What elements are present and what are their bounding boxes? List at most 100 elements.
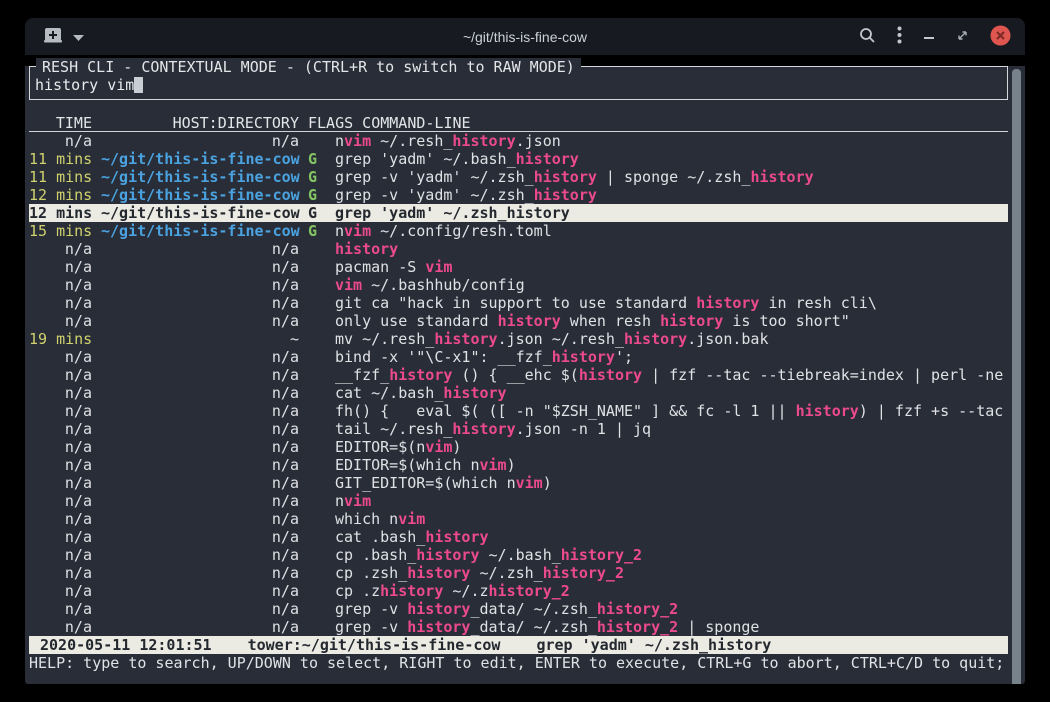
directory-cell: n/a [101,456,299,474]
command-text: only use standard [335,312,498,330]
command-text: fh() { eval $( ([ -n "$ZSH_NAME" ] && fc… [335,402,796,420]
new-tab-button[interactable] [43,27,63,47]
match-highlight: vim [344,492,371,510]
command-text: tail ~/.resh_ [335,420,452,438]
command-text: grep 'yadm' ~/.bash_ [335,150,516,168]
status-datetime: 2020-05-11 12:01:51 [40,636,212,654]
command-text: | sponge ~/.zsh_ [597,168,751,186]
history-row[interactable]: 12 mins~/git/this-is-fine-cowGgrep -v 'y… [29,186,1008,204]
history-row[interactable]: n/an/apacman -S vim [29,258,1008,276]
time-cell: n/a [29,618,92,636]
time-cell: n/a [29,564,92,582]
history-row[interactable]: n/an/awhich nvim [29,510,1008,528]
flags-cell [308,402,326,420]
command-text: n [335,222,344,240]
history-row[interactable]: 12 mins~/git/this-is-fine-cowGgrep 'yadm… [29,204,1008,222]
command-cell: history [335,240,398,258]
table-header: TIME HOST:DIRECTORY FLAGS COMMAND-LINE [29,114,1008,132]
match-highlight: history [380,582,443,600]
command-text: ~/.config/resh.toml [371,222,552,240]
match-highlight: vim [516,474,543,492]
new-tab-dropdown-button[interactable] [73,29,84,44]
time-cell: 12 mins [29,186,92,204]
command-text: | fzf --tac --tiebreak=index | perl -ne [642,366,1003,384]
history-row[interactable]: 19 mins~mv ~/.resh_history.json ~/.resh_… [29,330,1008,348]
search-button[interactable] [859,27,876,47]
flags-cell [308,240,326,258]
command-cell: cat ~/.bash_history [335,384,507,402]
command-cell: EDITOR=$(which nvim) [335,456,516,474]
command-cell: GIT_EDITOR=$(which nvim) [335,474,552,492]
match-highlight: history [579,366,642,384]
flags-cell [308,420,326,438]
scrollbar[interactable] [1012,69,1021,684]
history-row[interactable]: n/an/anvim [29,492,1008,510]
history-row[interactable]: n/an/abind -x '"\C-x1": __fzf_history'; [29,348,1008,366]
history-row[interactable]: n/an/atail ~/.resh_history.json -n 1 | j… [29,420,1008,438]
time-cell: n/a [29,510,92,528]
command-cell: nvim [335,492,371,510]
time-cell: n/a [29,294,92,312]
match-highlight: history [696,294,759,312]
directory-cell: n/a [101,420,299,438]
history-row[interactable]: 11 mins~/git/this-is-fine-cowGgrep 'yadm… [29,150,1008,168]
history-row[interactable]: n/an/anvim ~/.resh_history.json [29,132,1008,150]
command-text: .json [516,132,561,150]
text-cursor [134,77,143,93]
match-highlight: history [534,186,597,204]
history-row[interactable]: n/an/acat ~/.bash_history [29,384,1008,402]
match-highlight: vim [425,258,452,276]
status-bar: 2020-05-11 12:01:51 tower:~/git/this-is-… [29,636,1008,654]
command-cell: grep -v history_data/ ~/.zsh_history_2 |… [335,618,759,636]
command-text: pacman -S [335,258,425,276]
command-cell: grep 'yadm' ~/.bash_history [335,150,579,168]
command-cell: cat .bash_history [335,528,489,546]
history-row[interactable]: n/an/ahistory [29,240,1008,258]
minimize-icon [923,29,935,44]
command-cell: which nvim [335,510,425,528]
menu-button[interactable] [897,26,902,47]
history-row[interactable]: n/an/aonly use standard history when res… [29,312,1008,330]
time-cell: n/a [29,132,92,150]
history-row[interactable]: n/an/agrep -v history_data/ ~/.zsh_histo… [29,618,1008,636]
search-query-text: history vim [35,76,134,94]
flags-cell [308,384,326,402]
match-highlight: history [552,348,615,366]
history-row[interactable]: n/a n/a EDITOR=$(which nvim) [29,456,1008,474]
command-text: ) [507,456,516,474]
flags-cell: G [308,168,326,186]
history-row[interactable]: n/an/acp .bash_history ~/.bash_history_2 [29,546,1008,564]
time-cell: n/a [29,456,92,474]
time-cell: n/a [29,474,92,492]
history-row[interactable]: 11 mins~/git/this-is-fine-cowGgrep -v 'y… [29,168,1008,186]
match-highlight: history [434,330,497,348]
match-highlight: history [507,204,570,222]
history-row[interactable]: n/an/acp .zhistory ~/.zhistory_2 [29,582,1008,600]
match-highlight: history [389,366,452,384]
time-cell: n/a [29,312,92,330]
command-text: ) | fzf +s --tac [859,402,1004,420]
history-row[interactable]: n/an/acp .zsh_history ~/.zsh_history_2 [29,564,1008,582]
command-text: which n [335,510,398,528]
status-location: tower:~/git/this-is-fine-cow [248,636,501,654]
history-row[interactable]: 15 mins~/git/this-is-fine-cowGnvim ~/.co… [29,222,1008,240]
flags-cell [308,456,326,474]
history-row[interactable]: n/an/aEDITOR=$(nvim) [29,438,1008,456]
match-highlight: history_2 [543,564,624,582]
history-row[interactable]: n/an/acat .bash_history [29,528,1008,546]
time-cell: n/a [29,528,92,546]
history-row[interactable]: n/an/avim ~/.bashhub/config [29,276,1008,294]
command-cell: git ca "hack in support to use standard … [335,294,877,312]
history-row[interactable]: n/an/afh() { eval $( ([ -n "$ZSH_NAME" ]… [29,402,1008,420]
header-host-directory: HOST:DIRECTORY [101,114,299,131]
command-cell: fh() { eval $( ([ -n "$ZSH_NAME" ] && fc… [335,402,1003,420]
command-text: __fzf_ [335,366,389,384]
minimize-button[interactable] [923,29,935,44]
history-row[interactable]: n/an/a__fzf_history () { __ehc $(history… [29,366,1008,384]
restore-button[interactable] [956,29,969,45]
close-button[interactable] [990,25,1011,49]
history-row[interactable]: n/an/aGIT_EDITOR=$(which nvim) [29,474,1008,492]
history-row[interactable]: n/an/agrep -v history_data/ ~/.zsh_histo… [29,600,1008,618]
command-text: grep -v [335,600,407,618]
history-row[interactable]: n/an/agit ca "hack in support to use sta… [29,294,1008,312]
